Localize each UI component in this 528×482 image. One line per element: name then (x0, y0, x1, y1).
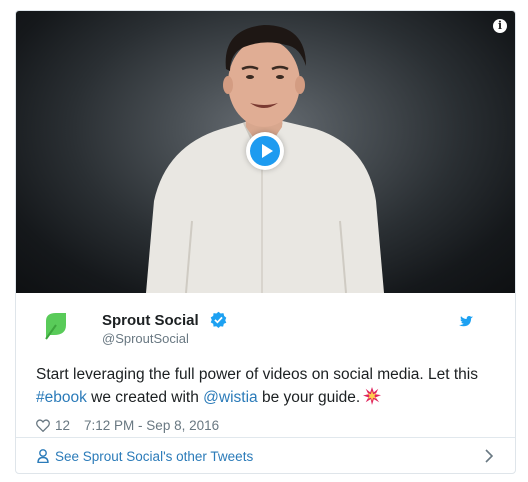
other-tweets-link[interactable]: See Sprout Social's other Tweets (16, 437, 515, 473)
video-player[interactable]: i (16, 11, 515, 293)
author-handle[interactable]: @SproutSocial (102, 331, 189, 346)
tweet-text-segment: Start leveraging the full power of video… (36, 366, 478, 383)
tweet-header: Sprout Social @SproutSocial (36, 293, 495, 351)
tweet-text: Start leveraging the full power of video… (36, 363, 496, 409)
like-count[interactable]: 12 (55, 418, 70, 433)
twitter-bird-icon[interactable] (457, 313, 475, 328)
sprout-logo-icon[interactable] (42, 311, 68, 341)
tweet-text-segment: be your guide. (257, 389, 361, 406)
tweet-text-segment: we created with (86, 389, 204, 406)
embedded-tweet-card: i Sprout Social @SproutSocial Start leve… (15, 10, 516, 474)
heart-icon[interactable] (36, 418, 50, 432)
tweet-meta: 12 7:12 PM - Sep 8, 2016 (36, 415, 495, 435)
collision-emoji-icon (363, 387, 382, 405)
info-icon[interactable]: i (493, 19, 507, 33)
tweet-body: Sprout Social @SproutSocial Start levera… (16, 293, 515, 435)
play-button[interactable] (246, 132, 284, 170)
hashtag-link[interactable]: #ebook (36, 389, 87, 406)
play-icon (250, 136, 280, 166)
chevron-right-icon[interactable] (485, 449, 493, 463)
person-icon (37, 449, 49, 463)
other-tweets-label[interactable]: See Sprout Social's other Tweets (55, 449, 253, 464)
verified-badge-icon (210, 311, 227, 328)
author-name[interactable]: Sprout Social (102, 312, 199, 329)
mention-link[interactable]: @wistia (203, 389, 258, 406)
tweet-timestamp[interactable]: 7:12 PM - Sep 8, 2016 (84, 418, 219, 433)
